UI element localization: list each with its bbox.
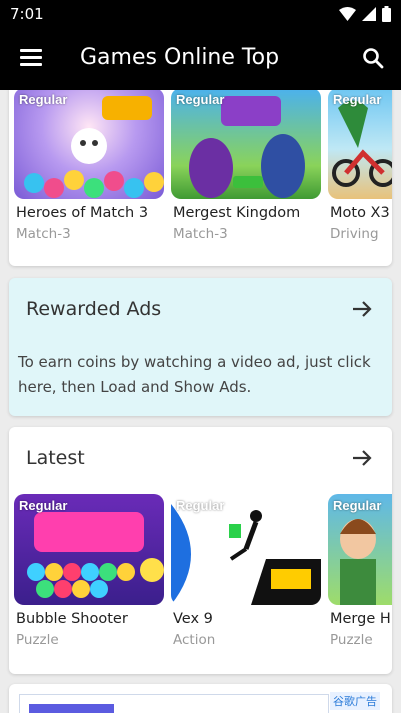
- game-card-bubble-shooter[interactable]: Regular Bubble Shooter Puzzle: [14, 494, 164, 648]
- game-tag: Regular: [19, 498, 68, 513]
- ad-image: [29, 704, 114, 713]
- arrow-right-icon[interactable]: [350, 297, 374, 321]
- game-genre: Match-3: [173, 226, 228, 242]
- game-tag: Regular: [19, 92, 68, 107]
- rewarded-ads-card[interactable]: Rewarded Ads To earn coins by watching a…: [9, 278, 392, 416]
- rewarded-ads-description: To earn coins by watching a video ad, ju…: [18, 353, 371, 396]
- game-thumbnail[interactable]: Regular: [171, 90, 321, 199]
- game-thumbnail[interactable]: Regular: [328, 90, 392, 199]
- battery-icon: [382, 6, 391, 22]
- menu-icon[interactable]: [20, 49, 42, 67]
- game-tag: Regular: [176, 498, 225, 513]
- wifi-icon: [339, 7, 356, 21]
- app-bar: Games Online Top: [0, 28, 401, 90]
- game-name: Vex 9: [173, 611, 213, 627]
- status-icons: [339, 6, 391, 22]
- ad-label: 谷歌广告: [330, 692, 380, 710]
- latest-games-row[interactable]: Regular Bubble Shooter Puzzle Regular Ve…: [14, 494, 392, 648]
- featured-games-row[interactable]: Regular Heroes of Match 3 Match-3 Regula…: [14, 90, 392, 242]
- latest-section-card: Latest Regular Bubble Shooter Puzzle Reg…: [9, 427, 392, 674]
- game-thumbnail[interactable]: Regular: [14, 494, 164, 605]
- game-thumbnail[interactable]: Regular: [14, 90, 164, 199]
- app-title: Games Online Top: [80, 45, 280, 70]
- featured-games-card: Regular Heroes of Match 3 Match-3 Regula…: [9, 90, 392, 266]
- game-thumbnail[interactable]: Regular: [171, 494, 321, 605]
- game-tag: Regular: [333, 92, 382, 107]
- game-name: Merge H: [330, 611, 391, 627]
- status-time: 7:01: [10, 5, 44, 23]
- game-genre: Action: [173, 632, 216, 648]
- game-name: Heroes of Match 3: [16, 205, 149, 221]
- game-card-mergest-kingdom[interactable]: Regular Mergest Kingdom Match-3: [171, 90, 321, 242]
- search-icon[interactable]: [361, 46, 385, 70]
- game-card-merge-h[interactable]: Regular Merge H Puzzle: [328, 494, 392, 648]
- signal-icon: [362, 7, 376, 21]
- game-tag: Regular: [333, 498, 382, 513]
- game-name: Moto X3: [330, 205, 390, 221]
- game-genre: Match-3: [16, 226, 71, 242]
- game-card-moto-x3[interactable]: Regular Moto X3 Driving: [328, 90, 392, 242]
- content-scroll[interactable]: Regular Heroes of Match 3 Match-3 Regula…: [0, 90, 401, 713]
- arrow-right-icon[interactable]: [350, 446, 374, 470]
- status-bar: 7:01: [0, 0, 401, 28]
- game-genre: Puzzle: [16, 632, 59, 648]
- rewarded-ads-title: Rewarded Ads: [26, 298, 162, 320]
- latest-section-title: Latest: [26, 447, 85, 469]
- ad-banner[interactable]: 谷歌广告: [9, 684, 392, 713]
- game-card-heroes-of-match-3[interactable]: Regular Heroes of Match 3 Match-3: [14, 90, 164, 242]
- game-thumbnail[interactable]: Regular: [328, 494, 392, 605]
- game-card-vex-9[interactable]: Regular Vex 9 Action: [171, 494, 321, 648]
- game-genre: Driving: [330, 226, 379, 242]
- game-tag: Regular: [176, 92, 225, 107]
- game-name: Bubble Shooter: [16, 611, 128, 627]
- game-genre: Puzzle: [330, 632, 373, 648]
- game-name: Mergest Kingdom: [173, 205, 301, 221]
